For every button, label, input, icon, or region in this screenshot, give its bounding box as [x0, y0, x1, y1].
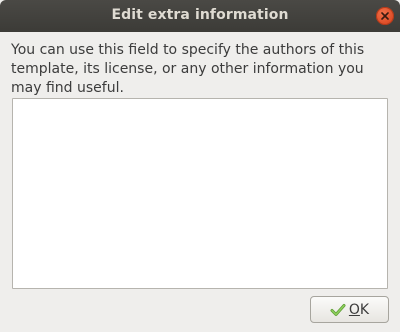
ok-mnemonic: O	[348, 301, 360, 318]
dialog-title: Edit extra information	[111, 7, 289, 23]
extra-info-textarea[interactable]	[12, 98, 388, 289]
ok-button[interactable]: OK	[310, 296, 389, 323]
checkmark-icon	[330, 302, 346, 318]
ok-label-rest: K	[359, 301, 370, 318]
close-button[interactable]	[376, 7, 394, 25]
dialog-window: Edit extra information You can use this …	[0, 0, 400, 332]
ok-button-label: OK	[349, 302, 369, 318]
title-bar[interactable]: Edit extra information	[0, 0, 400, 32]
close-icon	[381, 12, 389, 20]
description-text: You can use this field to specify the au…	[11, 42, 365, 96]
